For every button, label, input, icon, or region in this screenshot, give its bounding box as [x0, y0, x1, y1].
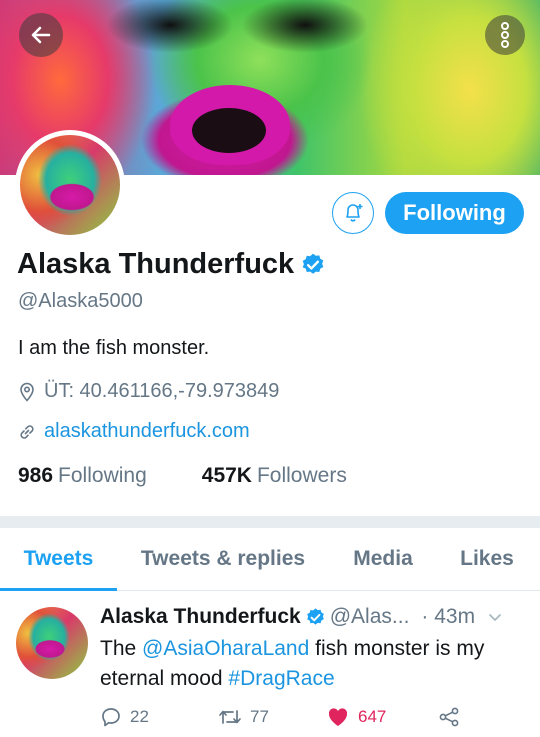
link-icon	[20, 424, 34, 439]
tweet-header: Alaska Thunderfuck @Alas... · 43m	[100, 605, 530, 629]
retweet-button[interactable]: 77	[218, 704, 269, 730]
tab-media[interactable]: Media	[335, 528, 431, 590]
profile-location: ÜT: 40.461166,-79.973849	[18, 380, 279, 403]
website-link[interactable]: alaskathunderfuck.com	[44, 420, 250, 443]
tweet-mention-link[interactable]: @AsiaOharaLand	[142, 637, 309, 660]
share-icon	[439, 707, 459, 727]
location-text: ÜT: 40.461166,-79.973849	[44, 380, 280, 402]
back-button[interactable]	[19, 13, 63, 57]
tweet-timestamp: · 43m	[421, 605, 476, 628]
following-count: 986	[18, 464, 54, 487]
tweet-actions: 22 77 647	[100, 704, 530, 730]
heart-icon	[328, 708, 348, 726]
profile-name-row: Alaska Thunderfuck	[17, 248, 326, 281]
tweet-author-avatar[interactable]	[16, 607, 88, 679]
profile-tabs: Tweets Tweets & replies Media Likes	[0, 528, 540, 591]
retweet-count: 77	[250, 707, 269, 726]
following-label: Following	[58, 464, 147, 487]
tweet-author-name[interactable]: Alaska Thunderfuck	[100, 605, 301, 629]
followers-count: 457K	[201, 464, 252, 487]
section-divider	[0, 516, 540, 528]
bell-plus-icon	[346, 204, 363, 222]
banner-mouth-inner-shape	[192, 108, 266, 153]
following-stat[interactable]: 986 Following	[18, 464, 147, 488]
profile-avatar[interactable]	[15, 130, 125, 240]
tweet-author-handle[interactable]: @Alas...	[330, 605, 410, 629]
share-button[interactable]	[438, 704, 460, 730]
followers-stat[interactable]: 457K Followers	[202, 464, 347, 488]
profile-name: Alaska Thunderfuck	[17, 248, 295, 280]
tab-tweets[interactable]: Tweets	[0, 528, 117, 591]
tab-tweets-and-replies[interactable]: Tweets & replies	[122, 528, 324, 590]
verified-badge-icon	[306, 607, 324, 625]
more-vertical-icon	[501, 22, 509, 48]
notifications-bell-button[interactable]	[332, 192, 374, 234]
following-button[interactable]: Following	[385, 192, 524, 234]
retweet-icon	[219, 710, 241, 724]
chevron-down-icon[interactable]	[487, 609, 503, 625]
like-button[interactable]: 647	[326, 704, 386, 730]
reply-count: 22	[130, 707, 149, 726]
tab-likes[interactable]: Likes	[445, 528, 529, 590]
profile-bio: I am the fish monster.	[18, 337, 210, 359]
profile-handle: @Alaska5000	[18, 290, 143, 312]
like-count: 647	[358, 707, 387, 726]
tweet-text: The @AsiaOharaLand fish monster is my et…	[100, 634, 525, 694]
location-pin-icon	[20, 382, 34, 402]
tweet-hashtag-link[interactable]: #DragRace	[228, 667, 334, 690]
reply-icon	[102, 708, 120, 727]
profile-stats: 986 Following 457K Followers	[18, 464, 347, 488]
back-arrow-icon	[31, 26, 51, 44]
verified-badge-icon	[302, 253, 324, 274]
followers-label: Followers	[256, 464, 347, 487]
more-options-button[interactable]	[485, 15, 525, 55]
reply-button[interactable]: 22	[100, 704, 149, 730]
profile-website[interactable]: alaskathunderfuck.com	[18, 420, 250, 443]
tweet-text-part: The	[100, 637, 143, 660]
